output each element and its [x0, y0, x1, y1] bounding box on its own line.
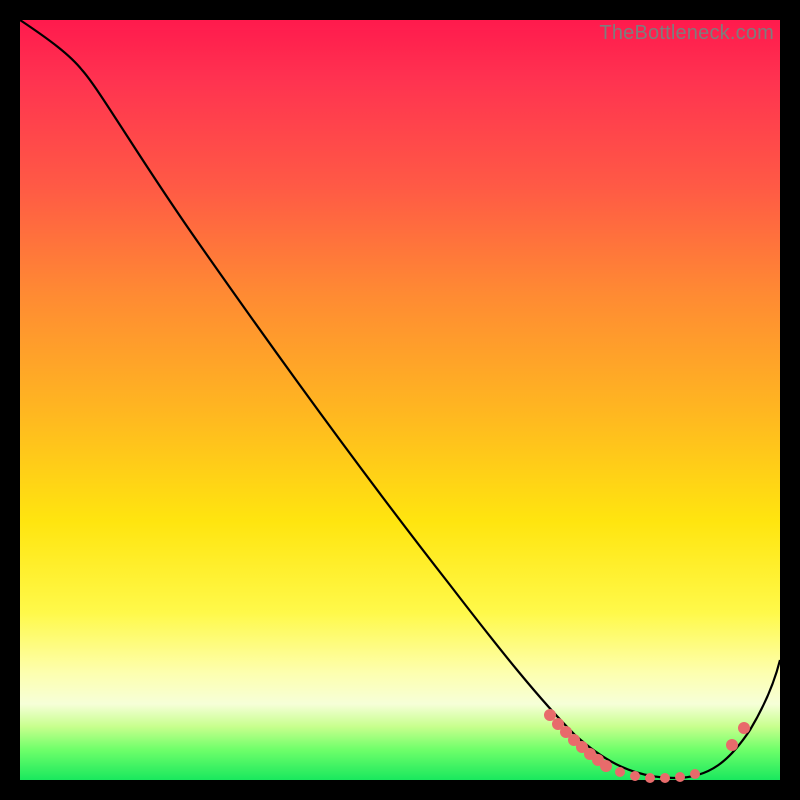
plot-area: TheBottleneck.com	[20, 20, 780, 780]
marker-cluster-left	[544, 709, 612, 772]
curve-path	[20, 20, 780, 778]
bottleneck-curve	[20, 20, 780, 780]
chart-stage: TheBottleneck.com	[0, 0, 800, 800]
